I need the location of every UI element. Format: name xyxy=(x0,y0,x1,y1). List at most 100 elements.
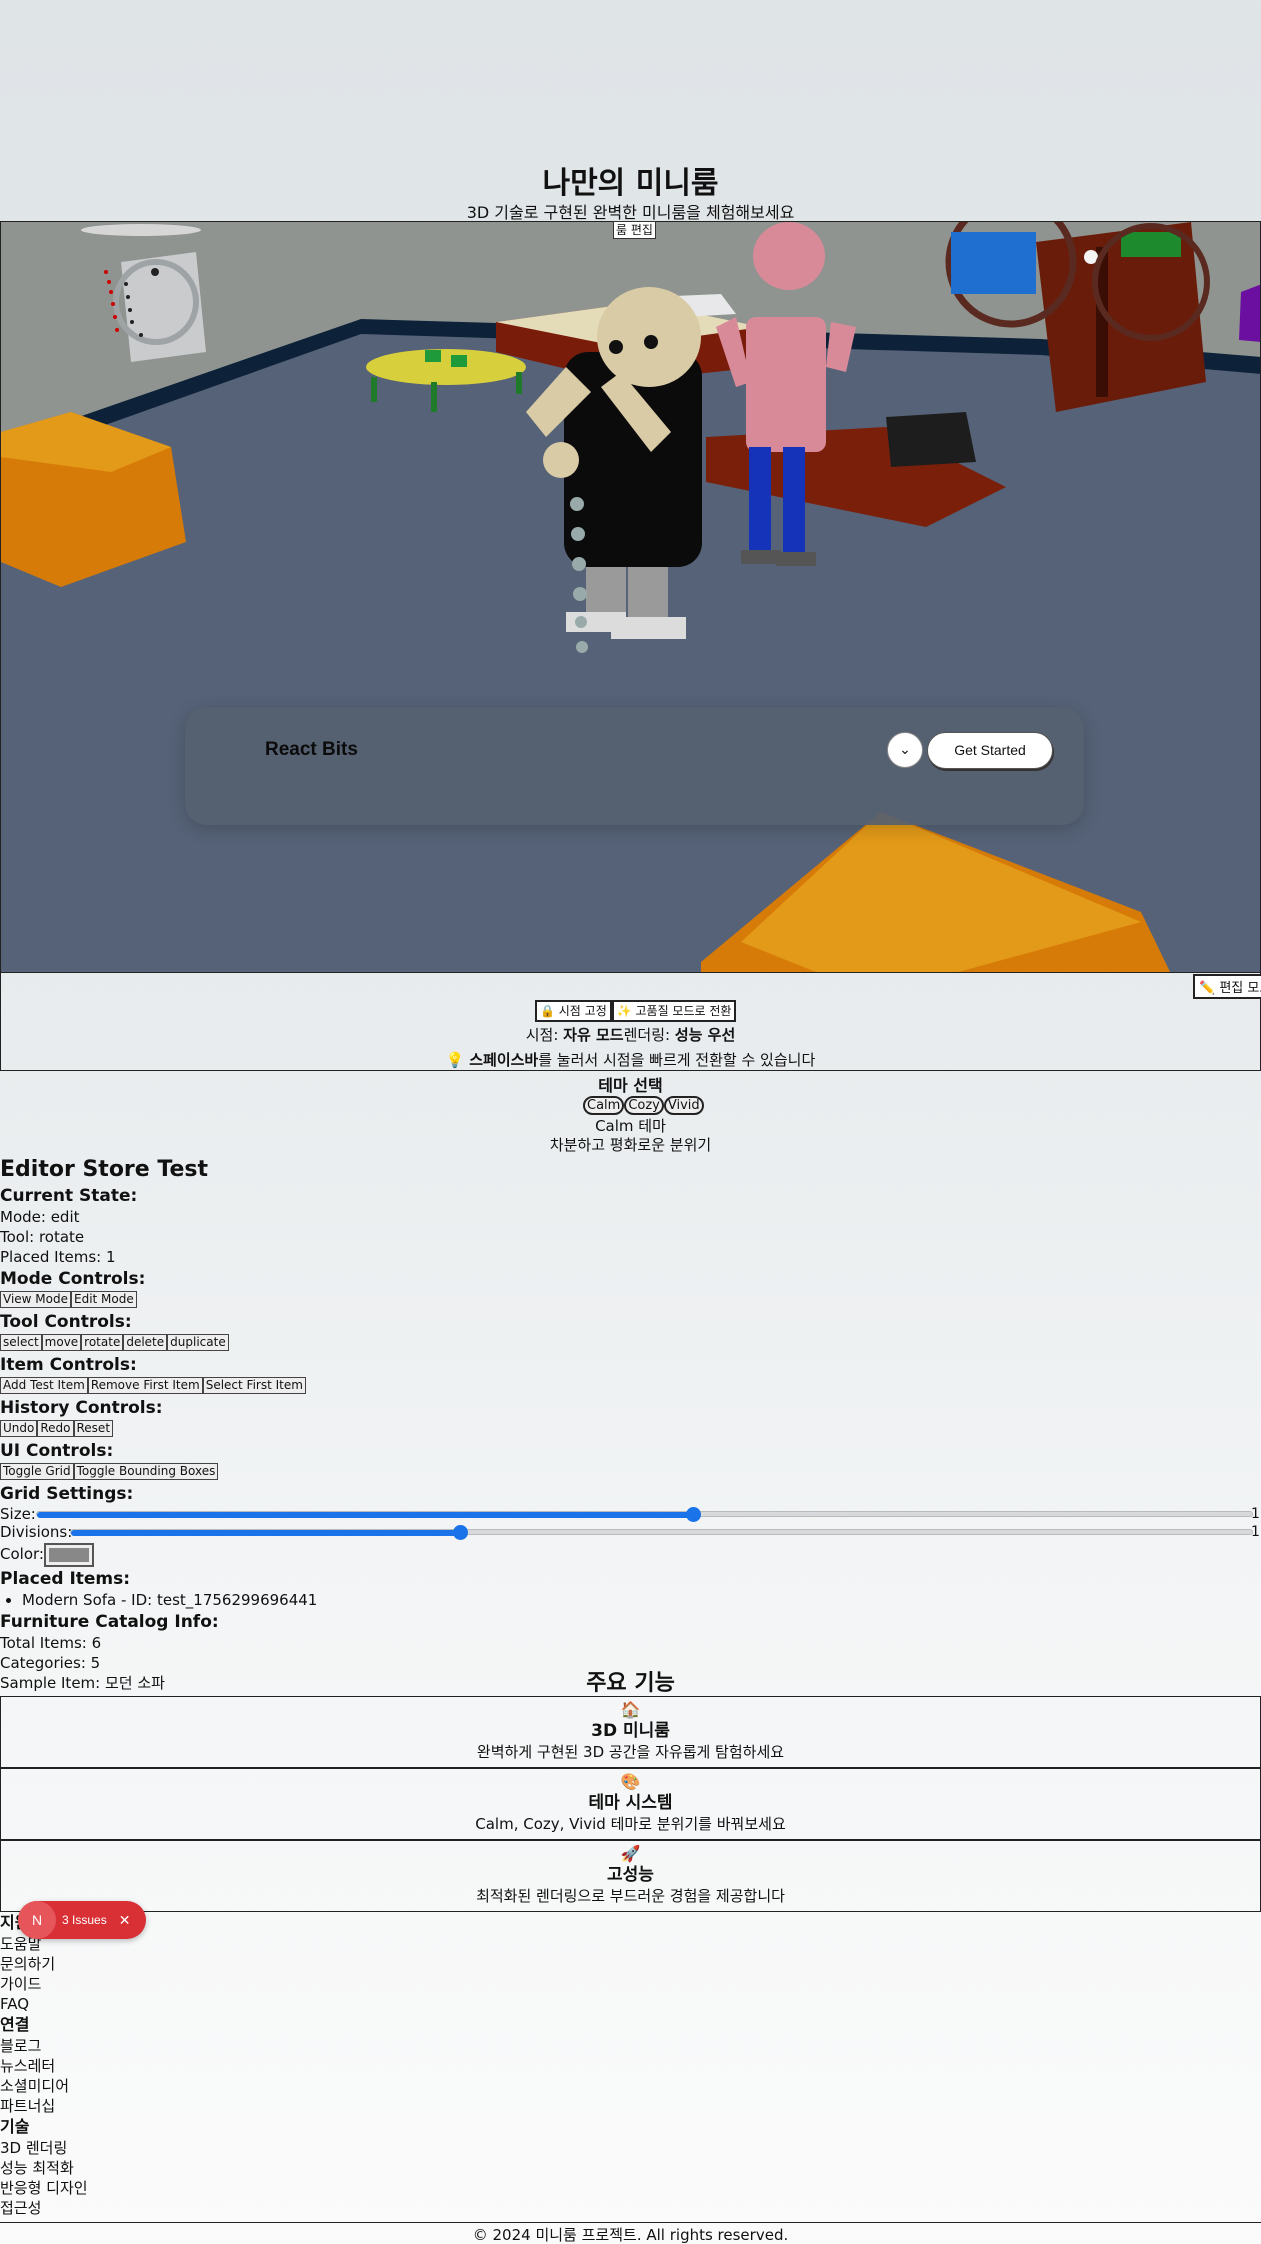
select-first-item-button[interactable]: Select First Item xyxy=(202,1377,306,1394)
close-icon[interactable]: ✕ xyxy=(119,1912,131,1929)
quality-mode-button[interactable]: ✨ 고품질 모드로 전환 xyxy=(611,1000,737,1022)
nextjs-logo-icon: N xyxy=(18,1901,56,1939)
theme-calm-button[interactable]: Calm xyxy=(583,1096,625,1115)
toggle-bounding-boxes-button[interactable]: Toggle Bounding Boxes xyxy=(73,1463,219,1480)
catalog-total-items: Total Items: 6 xyxy=(0,1634,102,1652)
edit-mode-button[interactable]: ✏️ 편집 모드 xyxy=(1193,974,1261,999)
footer-link[interactable]: 뉴스레터 xyxy=(0,2056,300,2076)
tool-delete-button[interactable]: delete xyxy=(123,1334,168,1351)
grid-settings-title: Grid Settings: xyxy=(0,1484,134,1504)
footer-link[interactable]: 블로그 xyxy=(0,2036,300,2056)
issues-count[interactable]: 3 Issues xyxy=(62,1913,107,1927)
feature-desc: 최적화된 렌더링으로 부드러운 경험을 제공합니다 xyxy=(476,1887,785,1905)
undo-button[interactable]: Undo xyxy=(0,1420,38,1437)
tool-status: Tool: rotate xyxy=(0,1228,85,1246)
ui-controls: Toggle Grid Toggle Bounding Boxes xyxy=(0,1463,1261,1482)
editor-heading: Editor Store Test xyxy=(0,1157,208,1182)
toggle-grid-button[interactable]: Toggle Grid xyxy=(0,1463,74,1480)
feature-card: 🏠 3D 미니룸 완벽하게 구현된 3D 공간을 자유롭게 탐험하세요 xyxy=(0,1696,1261,1768)
grid-divisions-thumb[interactable] xyxy=(453,1525,469,1540)
footer-tech-title: 기술 xyxy=(0,2117,30,2136)
edit-mode-toggle-button[interactable]: Edit Mode xyxy=(71,1291,137,1308)
room-3d-viewport[interactable] xyxy=(0,221,1261,973)
grid-size-thumb[interactable] xyxy=(686,1507,702,1522)
item-controls-title: Item Controls: xyxy=(0,1355,137,1375)
theme-vivid-button[interactable]: Vivid xyxy=(663,1096,704,1115)
current-theme-desc: 차분하고 평화로운 분위기 xyxy=(549,1136,712,1154)
redo-button[interactable]: Redo xyxy=(37,1420,74,1437)
footer-link[interactable]: 가이드 xyxy=(0,1974,300,1994)
grid-size-value: 1 xyxy=(1251,1506,1260,1522)
grid-divisions-fill xyxy=(71,1530,462,1536)
tool-controls-title: Tool Controls: xyxy=(0,1312,132,1332)
grid-divisions-row: Divisions: 1 xyxy=(0,1523,1261,1541)
grid-divisions-label: Divisions: xyxy=(0,1523,73,1541)
tool-move-button[interactable]: move xyxy=(41,1334,82,1351)
current-state-title: Current State: xyxy=(0,1186,138,1206)
placed-items-title: Placed Items: xyxy=(0,1569,131,1589)
theme-options: Calm Cozy Vivid xyxy=(583,1096,704,1115)
footer-link[interactable]: 소셜미디어 xyxy=(0,2076,300,2096)
grid-color-picker[interactable] xyxy=(43,1542,94,1567)
feature-card: 🎨 테마 시스템 Calm, Cozy, Vivid 테마로 분위기를 바꿔보세… xyxy=(0,1768,1261,1840)
theme-section-title: 테마 선택 xyxy=(598,1076,663,1095)
footer-link[interactable]: 3D 렌더링 xyxy=(0,2138,300,2158)
grid-size-slider[interactable] xyxy=(36,1511,1253,1518)
feature-title: 테마 시스템 xyxy=(588,1793,673,1813)
remove-first-item-button[interactable]: Remove First Item xyxy=(87,1377,203,1394)
footer-link[interactable]: 반응형 디자인 xyxy=(0,2178,300,2198)
grid-size-row: Size: 1 xyxy=(0,1505,1261,1523)
grid-size-fill xyxy=(37,1512,695,1518)
tool-select-button[interactable]: select xyxy=(0,1334,42,1351)
house-icon: 🏠 xyxy=(620,1700,641,1719)
item-controls: Add Test Item Remove First Item Select F… xyxy=(0,1377,1261,1396)
placed-items-list: Modern Sofa - ID: test_1756299696441 xyxy=(0,1590,1261,1610)
view-status: 시점: 자유 모드렌더링: 성능 우선 xyxy=(0,1024,1261,1045)
list-item: Modern Sofa - ID: test_1756299696441 xyxy=(22,1590,1261,1610)
mode-controls: View Mode Edit Mode xyxy=(0,1291,1261,1310)
floating-navbar: React Bits ⌄ Get Started xyxy=(185,707,1084,825)
footer-link[interactable]: 파트너십 xyxy=(0,2096,300,2116)
reset-button[interactable]: Reset xyxy=(73,1420,114,1437)
tool-duplicate-button[interactable]: duplicate xyxy=(167,1334,229,1351)
placed-count: Placed Items: 1 xyxy=(0,1248,116,1266)
feature-title: 고성능 xyxy=(607,1865,654,1885)
hint-key: 스페이스바 xyxy=(469,1051,539,1069)
chevron-down-icon[interactable]: ⌄ xyxy=(887,732,923,768)
features-title: 주요 기능 xyxy=(586,1671,675,1696)
palette-icon: 🎨 xyxy=(620,1772,641,1791)
feature-desc: 완벽하게 구현된 3D 공간을 자유롭게 탐험하세요 xyxy=(476,1743,785,1761)
footer-link[interactable]: 문의하기 xyxy=(0,1954,300,1974)
mode-status: Mode: edit xyxy=(0,1208,80,1226)
navbar-brand[interactable]: React Bits xyxy=(265,739,358,761)
view-label: 시점: xyxy=(525,1026,564,1044)
footer-link[interactable]: 성능 최적화 xyxy=(0,2158,300,2178)
room-edit-tag[interactable]: 룸 편집 xyxy=(613,221,656,239)
footer-link[interactable]: 접근성 xyxy=(0,2198,300,2218)
feature-desc: Calm, Cozy, Vivid 테마로 분위기를 바꿔보세요 xyxy=(475,1815,786,1833)
grid-divisions-value: 1 xyxy=(1251,1524,1260,1540)
dev-issues-badge[interactable]: N 3 Issues ✕ xyxy=(18,1901,146,1939)
get-started-button[interactable]: Get Started xyxy=(927,732,1053,769)
grid-color-label: Color: xyxy=(0,1545,44,1563)
lock-view-button[interactable]: 🔒 시점 고정 xyxy=(535,1000,612,1022)
footer-connect-title: 연결 xyxy=(0,2015,30,2034)
feature-card: 🚀 고성능 최적화된 렌더링으로 부드러운 경험을 제공합니다 xyxy=(0,1840,1261,1912)
tool-rotate-button[interactable]: rotate xyxy=(81,1334,124,1351)
view-control-buttons: 🔒 시점 고정 ✨ 고품질 모드로 전환 xyxy=(535,1000,737,1022)
hint-text: 를 눌러서 시점을 빠르게 전환할 수 있습니다 xyxy=(538,1051,816,1069)
footer-links: 지원 도움말 문의하기 가이드 FAQ 연결 블로그 뉴스레터 소셜미디어 파트… xyxy=(0,1912,300,2218)
theme-cozy-button[interactable]: Cozy xyxy=(624,1096,664,1115)
grid-divisions-slider[interactable] xyxy=(70,1529,1253,1536)
footer-divider xyxy=(0,2222,1261,2223)
view-mode-button[interactable]: View Mode xyxy=(0,1291,71,1308)
current-theme-name: Calm 테마 xyxy=(595,1117,666,1135)
page-subtitle: 3D 기술로 구현된 완벽한 미니룸을 체험해보세요 xyxy=(466,203,795,222)
add-test-item-button[interactable]: Add Test Item xyxy=(0,1377,88,1394)
spacebar-hint: 💡 스페이스바를 눌러서 시점을 빠르게 전환할 수 있습니다 xyxy=(0,1049,1261,1070)
render-value: 성능 우선 xyxy=(674,1026,736,1044)
feature-title: 3D 미니룸 xyxy=(591,1721,670,1741)
grid-color-row: Color: xyxy=(0,1541,1261,1567)
footer-link[interactable]: FAQ xyxy=(0,1994,300,2014)
editor-store-test: Editor Store Test Current State: Mode: e… xyxy=(0,1156,1261,1693)
